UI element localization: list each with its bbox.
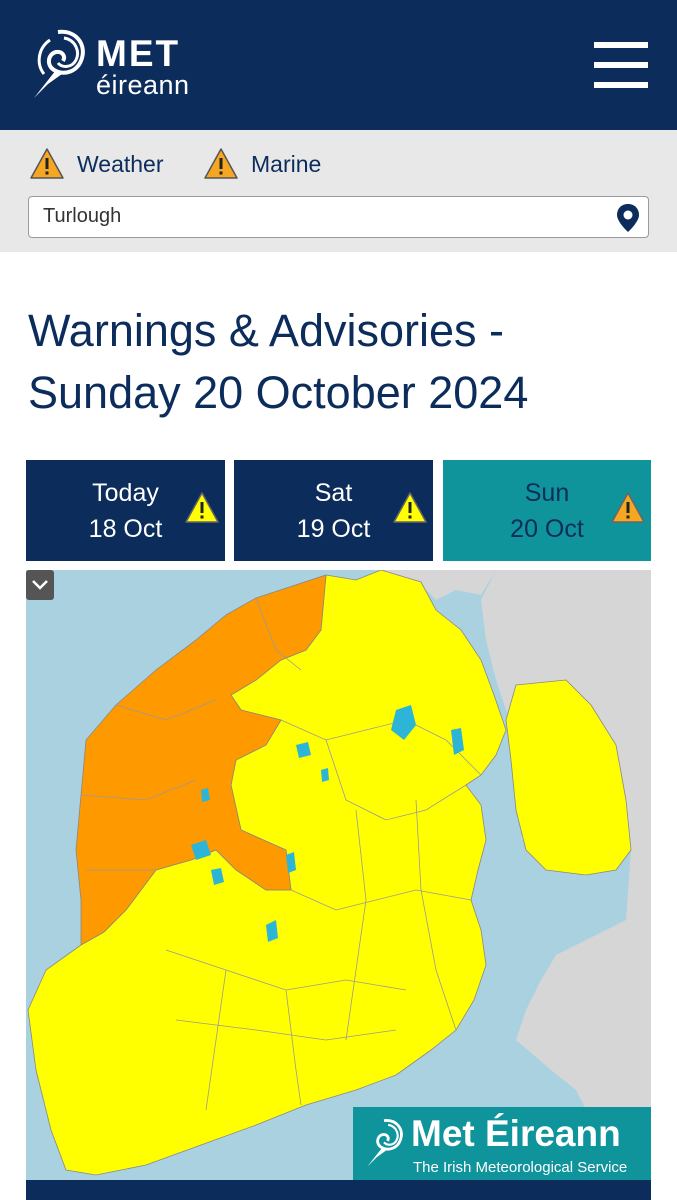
logo-wordmark-met: MET [96, 33, 181, 74]
day-tab-today[interactable]: Today 18 Oct [26, 460, 225, 561]
warning-triangle-icon [204, 148, 238, 179]
weather-label: Weather [77, 150, 164, 177]
location-search [28, 196, 649, 238]
swirl-logo-icon [367, 1119, 403, 1167]
warning-triangle-icon [185, 492, 219, 523]
marine-label: Marine [251, 150, 322, 177]
swirl-logo-icon [34, 29, 85, 98]
site-header: MET éireann [0, 0, 677, 130]
menu-bar [594, 42, 648, 48]
met-eireann-logo[interactable]: MET éireann [28, 26, 218, 102]
location-input[interactable] [29, 197, 604, 236]
warning-triangle-icon [611, 492, 645, 523]
alert-toolbar: Weather Marine [0, 130, 677, 252]
watermark-subtitle: The Irish Meteorological Service [413, 1159, 628, 1176]
great-britain-landmass [481, 570, 651, 1180]
menu-bar [594, 62, 648, 68]
bottom-panel-edge [26, 1180, 651, 1200]
warning-triangle-icon [393, 492, 427, 523]
logo-wordmark-eireann: éireann [96, 70, 190, 100]
day-tab-sun[interactable]: Sun 20 Oct [443, 460, 651, 561]
page-title: Warnings & Advisories - Sunday 20 Octobe… [28, 305, 529, 418]
ireland-warning-map [27, 570, 651, 1180]
hamburger-menu-icon[interactable] [590, 40, 650, 92]
watermark-title: Met Éireann [411, 1113, 621, 1154]
warnings-map[interactable]: Met Éireann The Irish Meteorological Ser… [26, 570, 651, 1180]
day-tab-sat[interactable]: Sat 19 Oct [234, 460, 433, 561]
location-pin-icon[interactable] [615, 203, 641, 233]
menu-bar [594, 82, 648, 88]
chevron-down-icon[interactable] [26, 570, 54, 600]
met-eireann-watermark: Met Éireann The Irish Meteorological Ser… [353, 1107, 651, 1180]
weather-warnings-link[interactable]: Weather [28, 146, 164, 182]
warning-triangle-icon [30, 148, 64, 179]
marine-warnings-link[interactable]: Marine [202, 146, 321, 182]
